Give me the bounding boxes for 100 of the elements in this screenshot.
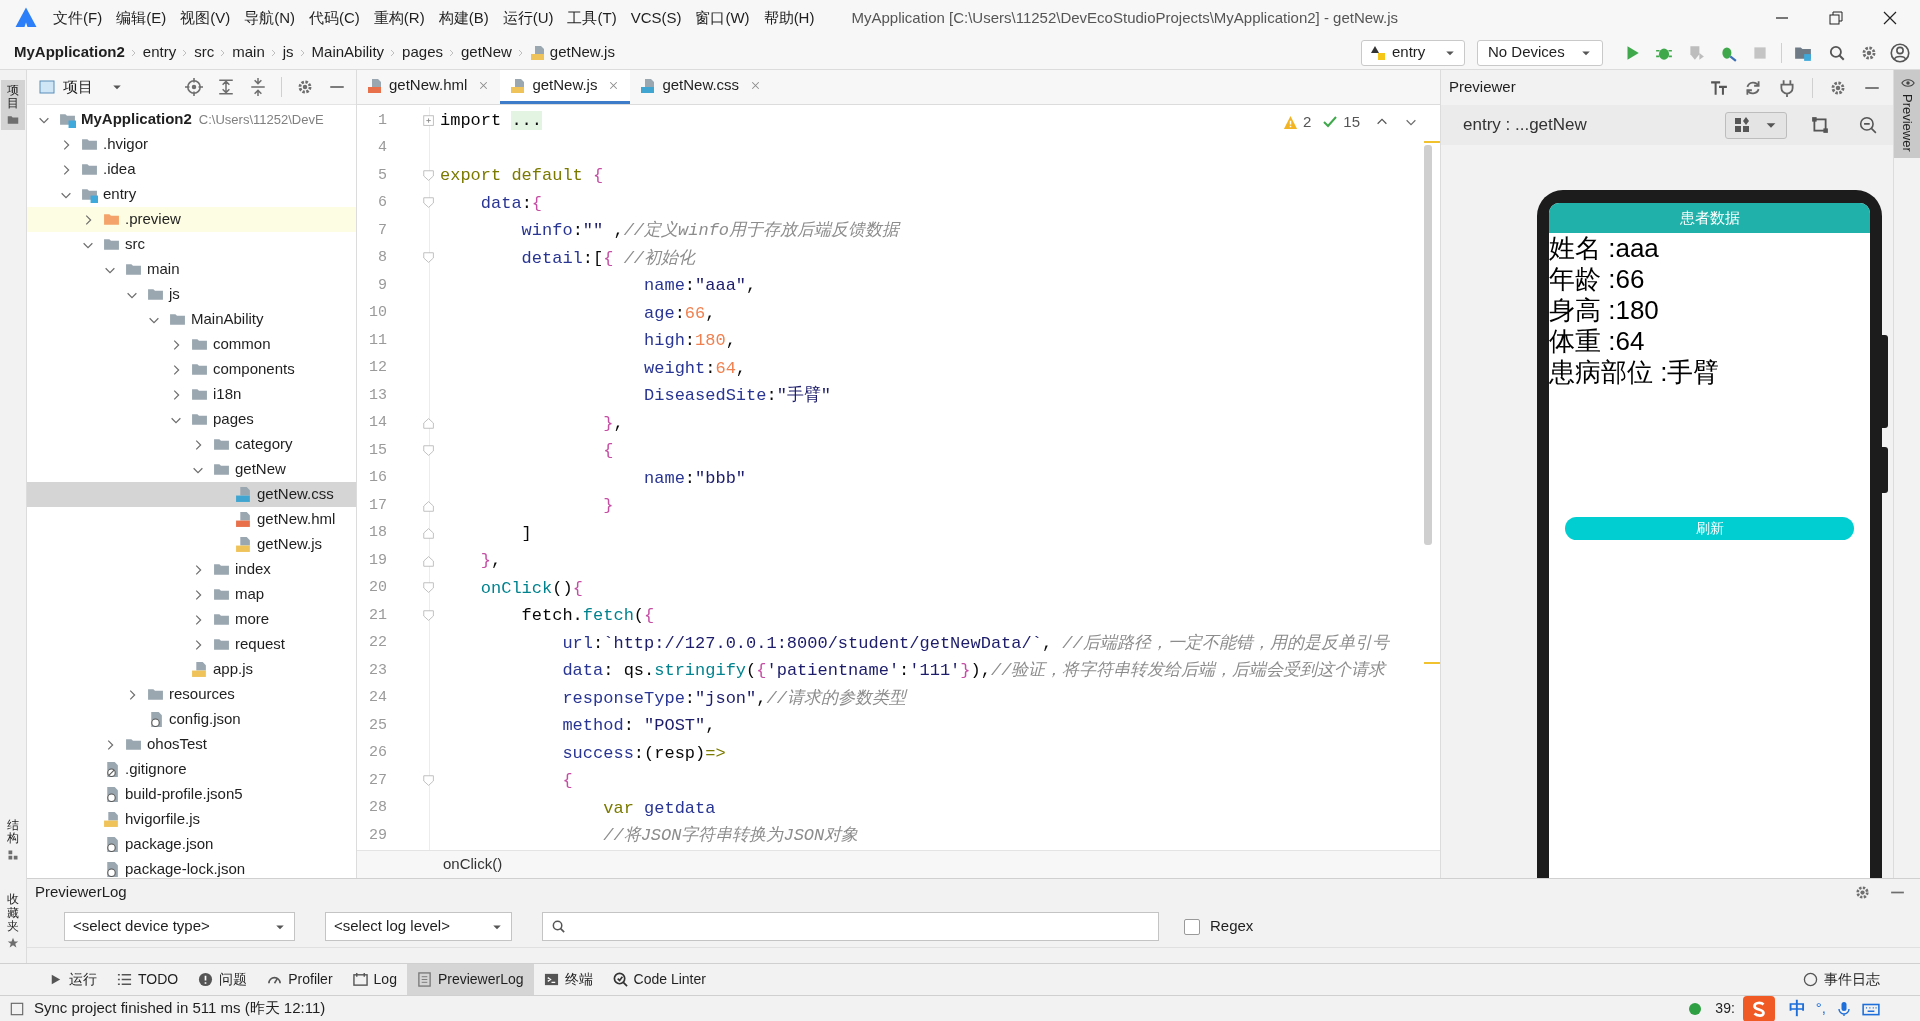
tool-window-tab[interactable]: 运行 (38, 964, 107, 995)
editor-tab[interactable]: getNew.hml (357, 70, 501, 104)
tree-item[interactable]: config.json (27, 707, 356, 732)
layout-dropdown[interactable] (1725, 111, 1787, 139)
tree-item[interactable]: category (27, 432, 356, 457)
side-tab[interactable]: 收藏夹 (1, 889, 25, 953)
settings-icon[interactable] (1854, 884, 1871, 901)
ime-punctuation[interactable]: °, (1815, 997, 1826, 1020)
tree-item[interactable]: index (27, 557, 356, 582)
tree-item[interactable]: getNew.js (27, 532, 356, 557)
menu-item[interactable]: 代码(C) (302, 6, 367, 30)
tree-item[interactable]: main (27, 257, 356, 282)
tree-item[interactable]: .preview (27, 207, 356, 232)
tree-item[interactable]: .gitignore (27, 757, 356, 782)
module-selector[interactable]: entry (1361, 39, 1465, 66)
menu-item[interactable]: 编辑(E) (109, 6, 174, 30)
tree-item[interactable]: resources (27, 682, 356, 707)
warning-marker[interactable] (1424, 662, 1440, 664)
account-icon[interactable] (1890, 42, 1910, 63)
side-tab[interactable]: 项目 (1, 80, 25, 131)
dropdown[interactable]: <select device type> (64, 912, 295, 941)
tree-item[interactable]: map (27, 582, 356, 607)
restore-icon[interactable] (1828, 10, 1844, 26)
expand-all-icon[interactable] (217, 78, 235, 96)
tree-item[interactable]: js (27, 282, 356, 307)
close-icon[interactable] (1882, 10, 1898, 26)
fold-marker-icon[interactable] (422, 581, 436, 596)
breadcrumb-item[interactable]: onClick() (443, 853, 503, 876)
refresh-icon[interactable] (1744, 78, 1762, 97)
tree-item[interactable]: entry (27, 182, 356, 207)
dropdown[interactable]: <select log level> (325, 912, 512, 941)
scrollbar-thumb[interactable] (1424, 145, 1432, 545)
text-size-icon[interactable] (1710, 78, 1728, 97)
fold-marker-icon[interactable] (422, 526, 436, 541)
tree-item[interactable]: more (27, 607, 356, 632)
breadcrumb-item[interactable]: main (232, 41, 265, 64)
menu-item[interactable]: VCS(S) (623, 6, 689, 30)
crop-icon[interactable] (1811, 116, 1829, 134)
menu-item[interactable]: 视图(V) (173, 6, 238, 30)
breadcrumb-item[interactable]: src (194, 41, 215, 64)
side-tab[interactable]: 结构 (1, 815, 25, 866)
plug-icon[interactable] (1778, 78, 1796, 97)
tree-item[interactable]: hvigorfile.js (27, 807, 356, 832)
tree-item[interactable]: package.json (27, 832, 356, 857)
breadcrumb-item[interactable]: getNew.js (529, 41, 615, 64)
tool-window-tab[interactable]: PreviewerLog (406, 964, 534, 995)
tree-item[interactable]: .hvigor (27, 132, 356, 157)
panel-toggle-icon[interactable] (10, 1001, 24, 1016)
tree-item[interactable]: request (27, 632, 356, 657)
tree-item[interactable]: package-lock.json (27, 857, 356, 878)
tool-window-tab[interactable]: 终端 (533, 964, 603, 995)
tree-item[interactable]: build-profile.json5 (27, 782, 356, 807)
cursor-position[interactable]: 39: (1715, 998, 1735, 1019)
menu-item[interactable]: 构建(B) (431, 6, 496, 30)
tree-item[interactable]: app.js (27, 657, 356, 682)
menu-item[interactable]: 重构(R) (366, 6, 432, 30)
tool-window-tab[interactable]: TODO (107, 964, 189, 995)
panel-title[interactable]: 项目 (39, 75, 123, 99)
tool-window-tab[interactable]: 问题 (188, 964, 258, 995)
fold-marker-icon[interactable] (422, 608, 436, 623)
device-selector[interactable]: No Devices (1477, 39, 1603, 66)
zoom-out-icon[interactable] (1859, 116, 1877, 134)
fold-marker-icon[interactable] (422, 553, 436, 568)
search-icon[interactable] (1828, 43, 1846, 62)
tree-item[interactable]: pages (27, 407, 356, 432)
tool-window-tab[interactable]: 事件日志 (1803, 964, 1880, 995)
tree-item[interactable]: MyApplication2 C:\Users\11252\DevE (27, 107, 356, 132)
tree-item[interactable]: getNew (27, 457, 356, 482)
breadcrumb-item[interactable]: getNew (461, 41, 512, 64)
fold-marker-icon[interactable] (422, 416, 436, 431)
breadcrumb-item[interactable]: MainAbility (311, 41, 385, 64)
tree-item[interactable]: getNew.css (27, 482, 356, 507)
tree-item[interactable]: src (27, 232, 356, 257)
ime-logo[interactable] (1742, 995, 1775, 1021)
side-tab[interactable]: Previewer (1894, 70, 1920, 158)
fold-marker-icon[interactable] (422, 443, 436, 458)
breadcrumb-item[interactable]: js (282, 41, 294, 64)
tree-item[interactable]: getNew.hml (27, 507, 356, 532)
tree-item[interactable]: components (27, 357, 356, 382)
tree-item[interactable]: common (27, 332, 356, 357)
menu-item[interactable]: 工具(T) (560, 6, 624, 30)
tree-item[interactable]: i18n (27, 382, 356, 407)
fold-marker-icon[interactable] (422, 498, 436, 513)
ime-mode[interactable]: 中 (1788, 995, 1806, 1021)
microphone-icon[interactable] (1836, 1000, 1852, 1017)
menu-item[interactable]: 窗口(W) (688, 6, 757, 30)
settings-icon[interactable] (296, 78, 314, 96)
locate-icon[interactable] (185, 78, 203, 96)
editor-tab[interactable]: getNew.js (500, 70, 631, 104)
menu-item[interactable]: 帮助(H) (756, 6, 822, 30)
fold-marker-icon[interactable] (422, 196, 436, 211)
checkbox[interactable] (1184, 918, 1200, 935)
menu-item[interactable]: 文件(F) (46, 6, 110, 30)
tree-item[interactable]: MainAbility (27, 307, 356, 332)
tool-window-tab[interactable]: Profiler (257, 964, 343, 995)
fold-marker-icon[interactable] (422, 251, 436, 266)
menu-item[interactable]: 导航(N) (237, 6, 302, 30)
editor-tab[interactable]: getNew.css (630, 70, 773, 104)
warning-marker[interactable] (1424, 141, 1440, 143)
tree-item[interactable]: .idea (27, 157, 356, 182)
